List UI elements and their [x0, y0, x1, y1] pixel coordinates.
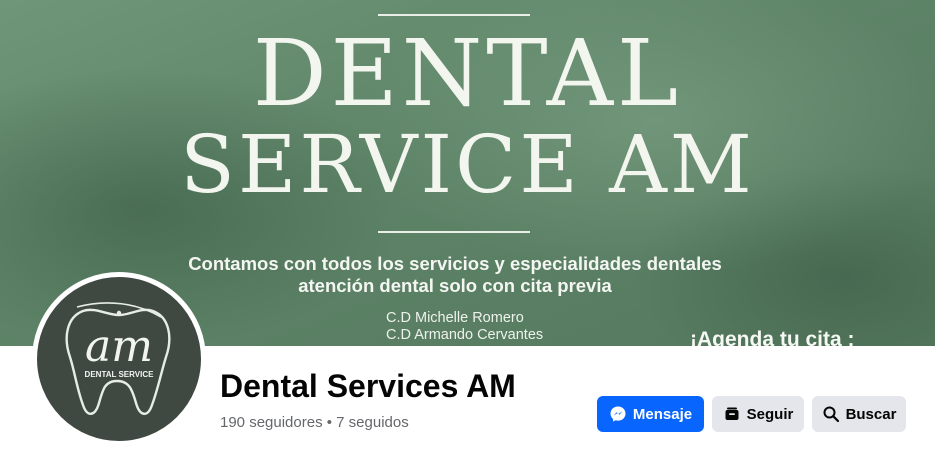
cover-tagline-1: Contamos con todos los servicios y espec…	[188, 253, 722, 274]
message-button[interactable]: Mensaje	[597, 396, 704, 432]
cover-divider-bottom	[378, 231, 530, 233]
follow-button[interactable]: Seguir	[712, 396, 804, 432]
search-button[interactable]: Buscar	[812, 396, 906, 432]
cover-doctor-2: C.D Armando Cervantes	[386, 327, 544, 343]
tooth-logo-icon: am DENTAL SERVICE	[65, 302, 171, 415]
page-title: Dental Services AM	[220, 368, 516, 404]
follower-stats[interactable]: 190 seguidores • 7 seguidos	[220, 414, 409, 431]
cover-divider-top	[378, 14, 530, 16]
cover-title-line2: SERVICE AM	[180, 118, 755, 211]
cover-doctor-1: C.D Michelle Romero	[386, 310, 524, 326]
search-icon	[822, 405, 840, 423]
logo-subtext: DENTAL SERVICE	[85, 370, 155, 379]
follow-button-label: Seguir	[746, 405, 794, 423]
message-button-label: Mensaje	[632, 405, 693, 423]
cover-title-line1: DENTAL	[252, 20, 683, 127]
logo-text: am	[85, 321, 153, 372]
cover-cta: ¡Agenda tu cita :	[690, 328, 855, 346]
messenger-icon	[609, 405, 627, 423]
search-button-label: Buscar	[845, 405, 897, 423]
profile-avatar[interactable]: am DENTAL SERVICE	[32, 272, 206, 446]
follow-icon	[723, 405, 741, 423]
